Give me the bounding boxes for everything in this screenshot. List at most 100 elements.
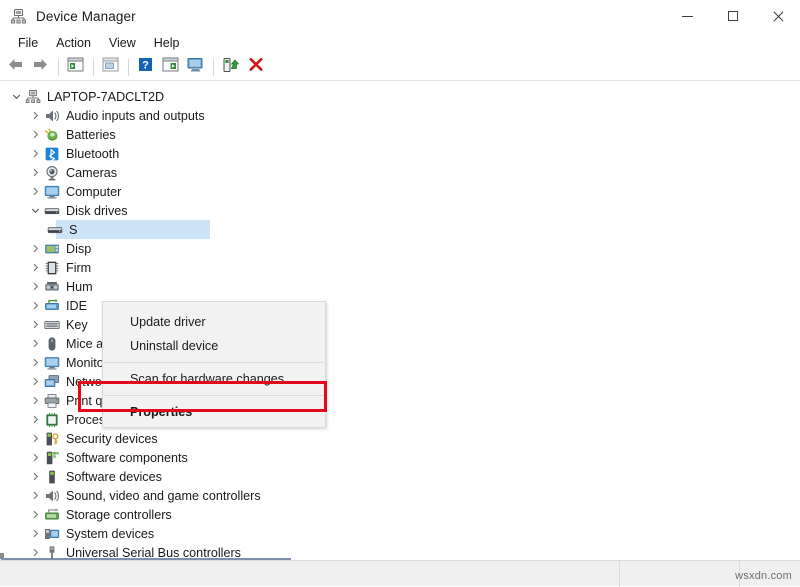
- tree-item-system-devices[interactable]: System devices: [0, 524, 800, 543]
- chevron-down-icon[interactable]: [27, 201, 43, 220]
- chevron-right-icon[interactable]: [27, 144, 43, 163]
- chevron-down-icon[interactable]: [8, 87, 24, 106]
- selection-highlight: [56, 220, 210, 239]
- chevron-right-icon[interactable]: [27, 410, 43, 429]
- tree-item-label: Audio inputs and outputs: [60, 109, 205, 123]
- mouse-icon: [43, 334, 60, 353]
- chevron-right-icon[interactable]: [27, 486, 43, 505]
- tree-item-storage-controllers[interactable]: Storage controllers: [0, 505, 800, 524]
- bluetooth-icon: [43, 144, 60, 163]
- show-hide-console-tree-icon: [67, 57, 84, 77]
- tree-item-display-adapters[interactable]: Disp: [0, 239, 800, 258]
- tree-item-firmware[interactable]: Firm: [0, 258, 800, 277]
- chevron-right-icon[interactable]: [27, 467, 43, 486]
- tree-item-label: LAPTOP-7ADCLT2D: [41, 90, 164, 104]
- chevron-right-icon[interactable]: [27, 353, 43, 372]
- chevron-right-icon[interactable]: [27, 372, 43, 391]
- maximize-button[interactable]: [710, 0, 755, 32]
- tree-item-label: Software components: [60, 451, 188, 465]
- menu-file[interactable]: File: [9, 34, 47, 53]
- chevron-right-icon[interactable]: [27, 258, 43, 277]
- scan-hardware-changes-button[interactable]: [184, 56, 207, 78]
- context-menu-item-scan-for-hardware-changes[interactable]: Scan for hardware changes: [103, 367, 325, 391]
- device-tree-pane[interactable]: LAPTOP-7ADCLT2D Audio inputs and outputs: [0, 81, 800, 559]
- tree-item-batteries[interactable]: Batteries: [0, 125, 800, 144]
- context-menu-item-uninstall-device[interactable]: Uninstall device: [103, 334, 325, 358]
- chevron-right-icon[interactable]: [27, 125, 43, 144]
- tree-item-selected-disk[interactable]: S: [0, 220, 800, 239]
- status-bar: wsxdn.com: [0, 560, 800, 586]
- network-adapter-icon: [43, 372, 60, 391]
- close-button[interactable]: [755, 0, 800, 32]
- chevron-right-icon[interactable]: [27, 239, 43, 258]
- tree-item-label: Hum: [60, 280, 93, 294]
- context-menu-item-properties[interactable]: Properties: [103, 400, 325, 424]
- tree-item-disk-drives[interactable]: Disk drives: [0, 201, 800, 220]
- context-menu-item-update-driver[interactable]: Update driver: [103, 310, 325, 334]
- tree-item-software-components[interactable]: Software components: [0, 448, 800, 467]
- chevron-right-icon[interactable]: [27, 505, 43, 524]
- properties-icon: [102, 57, 119, 77]
- back-button[interactable]: [4, 56, 27, 78]
- title-bar: Device Manager: [0, 0, 800, 32]
- tree-item-sound-video-and-game-controllers[interactable]: Sound, video and game controllers: [0, 486, 800, 505]
- printer-icon: [43, 391, 60, 410]
- tree-item-label: Software devices: [60, 470, 162, 484]
- title-bar-left: Device Manager: [0, 8, 136, 25]
- menu-help[interactable]: Help: [145, 34, 189, 53]
- chevron-right-icon[interactable]: [27, 429, 43, 448]
- menu-action[interactable]: Action: [47, 34, 100, 53]
- monitor-icon: [43, 353, 60, 372]
- chevron-right-icon[interactable]: [27, 277, 43, 296]
- tree-item-cameras[interactable]: Cameras: [0, 163, 800, 182]
- storage-controller-icon: [43, 505, 60, 524]
- chevron-right-icon[interactable]: [27, 182, 43, 201]
- disk-drive-icon: [43, 201, 60, 220]
- toolbar-separator-3: [128, 59, 129, 76]
- tree-item-audio-inputs-and-outputs[interactable]: Audio inputs and outputs: [0, 106, 800, 125]
- chevron-right-icon[interactable]: [27, 315, 43, 334]
- help-button[interactable]: ?: [134, 56, 157, 78]
- computer-root-icon: [24, 87, 41, 106]
- tree-item-bluetooth[interactable]: Bluetooth: [0, 144, 800, 163]
- chevron-right-icon[interactable]: [27, 524, 43, 543]
- tree-item-root[interactable]: LAPTOP-7ADCLT2D: [0, 87, 800, 106]
- tree-item-label: System devices: [60, 527, 154, 541]
- tree-item-software-devices[interactable]: Software devices: [0, 467, 800, 486]
- chevron-right-icon[interactable]: [27, 296, 43, 315]
- system-device-icon: [43, 524, 60, 543]
- monitor-icon: [43, 182, 60, 201]
- properties-button[interactable]: [99, 56, 122, 78]
- usb-icon: [43, 543, 60, 559]
- chevron-right-icon[interactable]: [27, 106, 43, 125]
- show-hide-action-pane-button[interactable]: [159, 56, 182, 78]
- human-interface-icon: [43, 277, 60, 296]
- show-hide-action-pane-icon: [162, 57, 179, 77]
- tree-item-label: Batteries: [60, 128, 116, 142]
- tree-item-universal-serial-bus-controllers[interactable]: Universal Serial Bus controllers: [0, 543, 800, 559]
- tree-item-human-interface-devices[interactable]: Hum: [0, 277, 800, 296]
- minimize-button[interactable]: [665, 0, 710, 32]
- ide-controller-icon: [43, 296, 60, 315]
- maximize-icon: [728, 11, 738, 21]
- chevron-right-icon[interactable]: [27, 163, 43, 182]
- back-arrow-icon: [6, 57, 25, 77]
- tree-item-computer[interactable]: Computer: [0, 182, 800, 201]
- tree-item-security-devices[interactable]: Security devices: [0, 429, 800, 448]
- tree-item-label: Bluetooth: [60, 147, 119, 161]
- device-manager-icon: [10, 8, 27, 25]
- chevron-right-icon[interactable]: [27, 543, 43, 559]
- forward-button[interactable]: [29, 56, 52, 78]
- toolbar: ?: [0, 54, 800, 80]
- menu-view[interactable]: View: [100, 34, 145, 53]
- update-driver-button[interactable]: [219, 56, 242, 78]
- keyboard-icon: [43, 315, 60, 334]
- show-hide-console-tree-button[interactable]: [64, 56, 87, 78]
- chevron-right-icon[interactable]: [27, 334, 43, 353]
- tree-item-label: Computer: [60, 185, 121, 199]
- chevron-right-icon[interactable]: [27, 448, 43, 467]
- chevron-right-icon[interactable]: [27, 391, 43, 410]
- context-menu-separator-2: [104, 395, 324, 396]
- close-icon: [772, 10, 784, 22]
- uninstall-device-button[interactable]: [244, 56, 267, 78]
